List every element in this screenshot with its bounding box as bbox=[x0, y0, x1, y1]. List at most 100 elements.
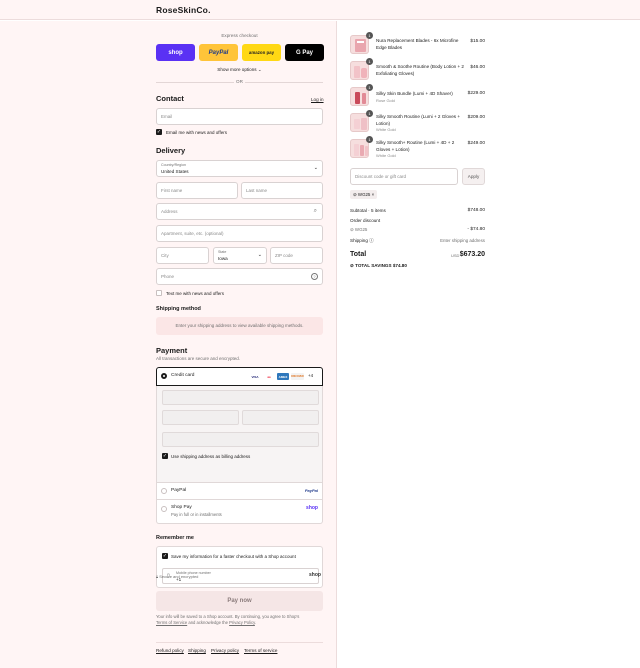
product-price: $15.00 bbox=[470, 39, 485, 44]
help-icon[interactable]: ? bbox=[311, 273, 318, 280]
tag-icon: ⊘ bbox=[350, 263, 354, 268]
secure-label: 🔒︎ Secure and encrypted bbox=[156, 574, 199, 579]
paypal-button[interactable]: PayPal bbox=[199, 44, 238, 61]
brand-logo[interactable]: RoseSkinCo. bbox=[156, 5, 211, 15]
or-divider-label: OR bbox=[236, 79, 243, 84]
tag-icon: ⊘ bbox=[353, 192, 357, 197]
delivery-heading: Delivery bbox=[156, 146, 186, 155]
divider bbox=[245, 82, 323, 83]
quantity-badge: 1 bbox=[366, 110, 373, 117]
city-field[interactable]: City bbox=[156, 247, 209, 264]
payment-subtitle: All transactions are secure and encrypte… bbox=[156, 356, 241, 361]
save-info-checkbox[interactable]: ✓ bbox=[162, 553, 168, 559]
expiration-field[interactable] bbox=[162, 410, 239, 425]
first-name-field[interactable]: First name bbox=[156, 182, 238, 199]
subtotal-value: $748.00 bbox=[467, 208, 485, 213]
footer-privacy-policy-link[interactable]: Privacy policy bbox=[211, 648, 239, 653]
lock-icon: 🔒︎ bbox=[156, 574, 159, 579]
radio-icon[interactable] bbox=[161, 506, 167, 512]
total-label: Total bbox=[350, 251, 367, 258]
paypal-logo-icon: PayPal bbox=[304, 488, 318, 493]
address-field[interactable]: Address ⌕ bbox=[156, 203, 323, 220]
radio-selected-icon[interactable] bbox=[161, 373, 167, 379]
subtotal-label: Subtotal · 5 items bbox=[350, 208, 386, 213]
shipping-method-note: Enter your shipping address to view avai… bbox=[156, 317, 323, 335]
footer-shipping-link[interactable]: Shipping bbox=[188, 648, 206, 653]
divider bbox=[156, 642, 323, 643]
chevron-down-icon: ⌄ bbox=[257, 67, 262, 72]
country-select[interactable]: Country/Region United States ⌄ bbox=[156, 160, 323, 177]
shop-logo-icon: shop bbox=[306, 505, 318, 511]
shop-logo-icon: shop bbox=[309, 572, 321, 578]
shipping-label: Shipping ⓘ bbox=[350, 238, 374, 243]
credit-card-option[interactable]: Credit card VISA ●● AMEX DISCOVER +4 bbox=[156, 367, 323, 386]
state-select[interactable]: State Iowa ⌄ bbox=[213, 247, 267, 264]
close-icon[interactable]: × bbox=[372, 192, 375, 197]
product-price: $229.00 bbox=[467, 91, 485, 96]
total-value: $673.20 bbox=[459, 251, 485, 258]
product-price: $209.00 bbox=[467, 115, 485, 120]
show-more-options-link[interactable]: Show more options ⌄ bbox=[156, 67, 323, 73]
name-on-card-field[interactable] bbox=[162, 432, 319, 447]
footer-refund-policy-link[interactable]: Refund policy bbox=[156, 648, 184, 653]
order-summary: 1 Nura Replacement Blades - 6x Microfine… bbox=[336, 21, 640, 668]
remember-me-heading: Remember me bbox=[156, 535, 194, 541]
shipping-method-heading: Shipping method bbox=[156, 306, 201, 312]
tag-icon: ⊘ bbox=[350, 227, 354, 232]
divider bbox=[156, 82, 234, 83]
billing-address-label: Use shipping address as billing address bbox=[171, 453, 251, 459]
security-code-field[interactable] bbox=[242, 410, 319, 425]
contact-heading: Contact bbox=[156, 94, 184, 103]
zip-code-field[interactable]: ZIP code bbox=[270, 247, 323, 264]
discount-tag: ⊘ WG25 × bbox=[350, 190, 378, 199]
discover-icon: DISCOVER bbox=[291, 373, 304, 380]
quantity-badge: 1 bbox=[366, 32, 373, 39]
shipping-value: Enter shipping address bbox=[440, 238, 485, 243]
chevron-down-icon: ⌄ bbox=[257, 252, 262, 258]
discount-code-field[interactable]: Discount code or gift card bbox=[350, 168, 458, 185]
remember-me-box: ✓ Save my information for a faster check… bbox=[156, 546, 323, 588]
chevron-down-icon: ⌄ bbox=[313, 165, 318, 171]
total-savings: ⊘ TOTAL SAVINGS $74.80 bbox=[350, 263, 407, 268]
email-news-checkbox[interactable]: ✓ bbox=[156, 129, 162, 135]
footer-terms-link[interactable]: Terms of service bbox=[244, 648, 277, 653]
visa-icon: VISA bbox=[251, 374, 259, 379]
card-form: ✓ Use shipping address as billing addres… bbox=[156, 386, 323, 483]
discount-value: - $74.80 bbox=[467, 227, 485, 232]
email-news-label: Email me with news and offers bbox=[166, 129, 227, 135]
product-price: $46.00 bbox=[470, 65, 485, 70]
shop-pay-button[interactable]: shop bbox=[156, 44, 195, 61]
last-name-field[interactable]: Last name bbox=[241, 182, 323, 199]
checkout-form: Express checkout shop PayPal amazon pay … bbox=[0, 21, 336, 668]
payment-heading: Payment bbox=[156, 346, 188, 355]
pay-now-button[interactable]: Pay now bbox=[156, 591, 323, 611]
paypal-option[interactable]: PayPal PayPal bbox=[156, 483, 323, 500]
order-discount-label: Order discount bbox=[350, 218, 381, 223]
help-icon[interactable]: ⓘ bbox=[369, 238, 374, 243]
product-variant: White Gold bbox=[376, 127, 396, 132]
google-pay-button[interactable]: G Pay bbox=[285, 44, 324, 61]
privacy-policy-link[interactable]: Privacy Policy bbox=[229, 620, 255, 625]
save-info-label: Save my information for a faster checkou… bbox=[171, 553, 296, 559]
discount-code-label: ⊘ WG25 bbox=[350, 227, 368, 232]
radio-icon[interactable] bbox=[161, 488, 167, 494]
product-title: Silky Skin Bundle (Lumi + 4D Shaver) bbox=[376, 91, 453, 96]
header: RoseSkinCo. bbox=[0, 0, 640, 20]
quantity-badge: 1 bbox=[366, 84, 373, 91]
apply-button[interactable]: Apply bbox=[462, 168, 485, 185]
billing-address-checkbox[interactable]: ✓ bbox=[162, 453, 168, 459]
terms-of-service-link[interactable]: Terms of Service bbox=[156, 620, 187, 625]
email-field[interactable]: Email bbox=[156, 108, 323, 125]
text-news-label: Text me with news and offers bbox=[166, 290, 224, 296]
quantity-badge: 1 bbox=[366, 58, 373, 65]
product-variant: Rose Gold bbox=[376, 98, 395, 103]
shop-pay-option[interactable]: Shop Pay Pay in full or in installments … bbox=[156, 500, 323, 524]
text-news-checkbox[interactable] bbox=[156, 290, 162, 296]
amazon-pay-button[interactable]: amazon pay bbox=[242, 44, 281, 61]
product-price: $249.00 bbox=[467, 141, 485, 146]
quantity-badge: 1 bbox=[366, 136, 373, 143]
apartment-field[interactable]: Apartment, suite, etc. (optional) bbox=[156, 225, 323, 242]
phone-field[interactable]: Phone ? bbox=[156, 268, 323, 285]
login-link[interactable]: Log in bbox=[311, 97, 324, 102]
card-number-field[interactable] bbox=[162, 390, 319, 405]
